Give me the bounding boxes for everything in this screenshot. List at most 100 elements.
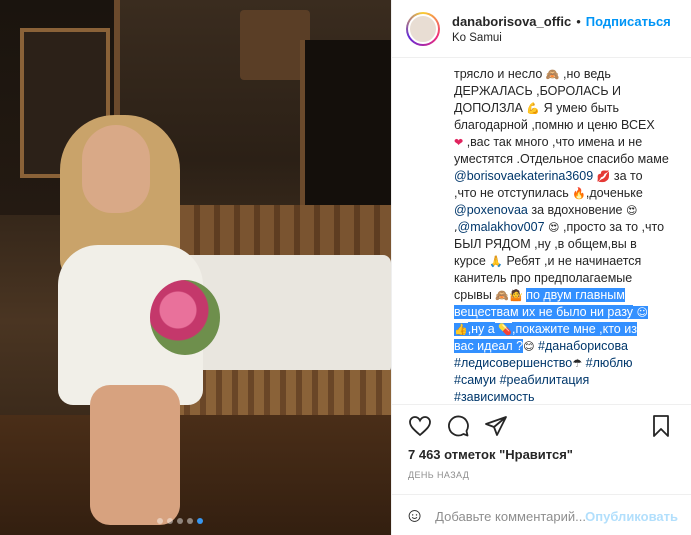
- caption-line: срывы 🙈🤷 по двум главным: [454, 287, 684, 304]
- hashtag-link[interactable]: #люблю: [586, 356, 633, 370]
- caption-line: вас идеал ?😊 #данаборисова: [454, 338, 684, 355]
- caption-line: ❤ ,вас так много ,что имена и не: [454, 134, 684, 151]
- person-emoji-icon: 🤷: [509, 289, 523, 302]
- mention-link[interactable]: @poxenovaa: [454, 203, 528, 217]
- hashtag-link[interactable]: #реабилитация: [500, 373, 590, 387]
- follow-button[interactable]: Подписаться: [586, 14, 671, 29]
- caption-line: благодарной ,помню и ценю ВСЕХ: [454, 117, 684, 134]
- share-icon[interactable]: [484, 414, 508, 438]
- caption-line: ДОПОЛЗЛА 💪 Я умею быть: [454, 100, 684, 117]
- caption-line: @borisovaekaterina3609 💋 за то: [454, 168, 684, 185]
- caption-text: курсе: [454, 254, 486, 268]
- caption-text: ДОПОЛЗЛА: [454, 101, 523, 115]
- thumbs-up-emoji-icon: 👍: [454, 323, 468, 336]
- comment-icon[interactable]: [446, 414, 470, 438]
- caption-text: Я умею быть: [543, 101, 619, 115]
- caption-line: ,что не отступилась 🔥,доченьке: [454, 185, 684, 202]
- caption-line: @poxenovaa за вдохновение 😍: [454, 202, 684, 219]
- publish-button[interactable]: Опубликовать: [585, 509, 678, 524]
- photo-person-legs: [90, 385, 180, 525]
- smile-emoji-icon: 😊: [523, 340, 535, 353]
- caption-line: курсе 🙏 Ребят ,и не начинается: [454, 253, 684, 270]
- heart-eyes-emoji-icon: 😍: [625, 204, 638, 217]
- highlighted-text: вас идеал ?: [454, 339, 524, 353]
- caption-text: ДЕРЖАЛАСЬ ,БОРОЛАСЬ И: [454, 84, 621, 98]
- caption-text: канитель про предполагаемые: [454, 271, 633, 285]
- action-bar: [408, 414, 508, 438]
- caption-text: срывы: [454, 288, 492, 302]
- heart-icon[interactable]: [408, 414, 432, 438]
- hashtag-link[interactable]: #зависимость: [454, 390, 535, 404]
- caption-text: за то: [613, 169, 643, 183]
- caption-text: трясло и несло: [454, 67, 543, 81]
- caption-line: БЫЛ РЯДОМ ,ну ,в общем,вы в: [454, 236, 684, 253]
- caption-text: ,доченьке: [585, 186, 643, 200]
- caption-text: ,просто за то ,что: [562, 220, 665, 234]
- carousel-dot[interactable]: [177, 518, 183, 524]
- kiss-mark-emoji-icon: 💋: [596, 170, 611, 183]
- avatar[interactable]: [406, 11, 440, 46]
- highlighted-text: ,покажите мне ,кто из: [511, 322, 637, 336]
- comment-form: Опубликовать: [408, 503, 678, 529]
- mention-link[interactable]: @malakhov007: [458, 220, 545, 234]
- carousel-dot[interactable]: [167, 518, 173, 524]
- caption-text: ,что не отступилась: [454, 186, 569, 200]
- username-link[interactable]: danaborisova_offic: [452, 14, 571, 29]
- carousel-dot[interactable]: [157, 518, 163, 524]
- likes-suffix: "Нравится": [499, 447, 573, 462]
- mention-link[interactable]: @borisovaekaterina3609: [454, 169, 593, 183]
- caption-text: уместятся .Отдельное спасибо маме: [454, 152, 669, 166]
- caption-text: Ребят ,и не начинается: [506, 254, 642, 268]
- hashtag-link[interactable]: #данаборисова: [538, 339, 628, 353]
- caption-line: 👍,ну а 💊,покажите мне ,кто из: [454, 321, 684, 338]
- post-timestamp[interactable]: ДЕНЬ НАЗАД: [408, 470, 469, 480]
- caption-text: ,но ведь: [563, 67, 611, 81]
- hashtag-link[interactable]: #самуи: [454, 373, 496, 387]
- hashtag-link[interactable]: #ледисовершенство: [454, 356, 572, 370]
- header-row: danaborisova_offic • Подписаться: [452, 14, 671, 29]
- post-side-panel: danaborisova_offic • Подписаться Ko Samu…: [391, 0, 691, 535]
- caption-line: ДЕРЖАЛАСЬ ,БОРОЛАСЬ И: [454, 83, 684, 100]
- caption-line: канитель про предполагаемые: [454, 270, 684, 287]
- caption-line: трясло и несло 🙈 ,но ведь: [454, 66, 684, 83]
- carousel-dot[interactable]: [187, 518, 193, 524]
- post-caption: трясло и несло 🙈 ,но ведь ДЕРЖАЛАСЬ ,БОР…: [454, 66, 684, 406]
- photo-person-face: [82, 125, 150, 213]
- caption-line: ,@malakhov007 😍 ,просто за то ,что: [454, 219, 684, 236]
- folded-hands-emoji-icon: 🙏: [489, 255, 504, 268]
- carousel-dot-active[interactable]: [197, 518, 203, 524]
- umbrella-emoji-icon: ☂: [572, 357, 583, 370]
- caption-line: #ледисовершенство☂ #люблю: [454, 355, 684, 372]
- likes-count[interactable]: 7 463 отметок "Нравится": [408, 447, 573, 462]
- carousel-dots: [157, 518, 203, 524]
- post-photo[interactable]: [0, 0, 391, 535]
- header-text: danaborisova_offic • Подписаться Ko Samu…: [452, 14, 671, 44]
- pill-emoji-icon: 💊: [494, 323, 512, 336]
- monkey-emoji-icon: 🙈: [545, 68, 560, 81]
- caption-line: #самуи #реабилитация: [454, 372, 684, 389]
- comment-divider: [392, 494, 691, 495]
- caption-text: БЫЛ РЯДОМ ,ну ,в общем,вы в: [454, 237, 637, 251]
- heart-eyes-emoji-icon: 😍: [548, 221, 560, 234]
- actions-divider: [392, 404, 691, 405]
- smile-emoji-icon: ☺: [633, 306, 649, 319]
- comment-input[interactable]: [435, 508, 586, 524]
- location-link[interactable]: Ko Samui: [452, 32, 671, 44]
- caption-text: благодарной ,помню и ценю ВСЕХ: [454, 118, 655, 132]
- caption-text: за вдохновение: [531, 203, 623, 217]
- post-header: danaborisova_offic • Подписаться Ko Samu…: [392, 0, 691, 58]
- fire-emoji-icon: 🔥: [572, 187, 586, 200]
- separator-dot: •: [576, 13, 581, 29]
- photo-bouquet: [150, 280, 220, 355]
- caption-line: уместятся .Отдельное спасибо маме: [454, 151, 684, 168]
- highlighted-text: по двум главным: [526, 288, 625, 302]
- highlighted-text: веществам их не было ни разу: [454, 305, 634, 319]
- red-heart-emoji-icon: ❤: [454, 136, 464, 149]
- bookmark-icon[interactable]: [649, 414, 673, 438]
- caption-line: веществам их не было ни разу ☺: [454, 304, 684, 321]
- photo-floor: [0, 415, 391, 535]
- likes-number: 7 463 отметок: [408, 447, 496, 462]
- monkey-emoji-icon: 🙈: [495, 289, 509, 302]
- flexed-bicep-emoji-icon: 💪: [526, 102, 541, 115]
- smile-icon[interactable]: [408, 505, 421, 527]
